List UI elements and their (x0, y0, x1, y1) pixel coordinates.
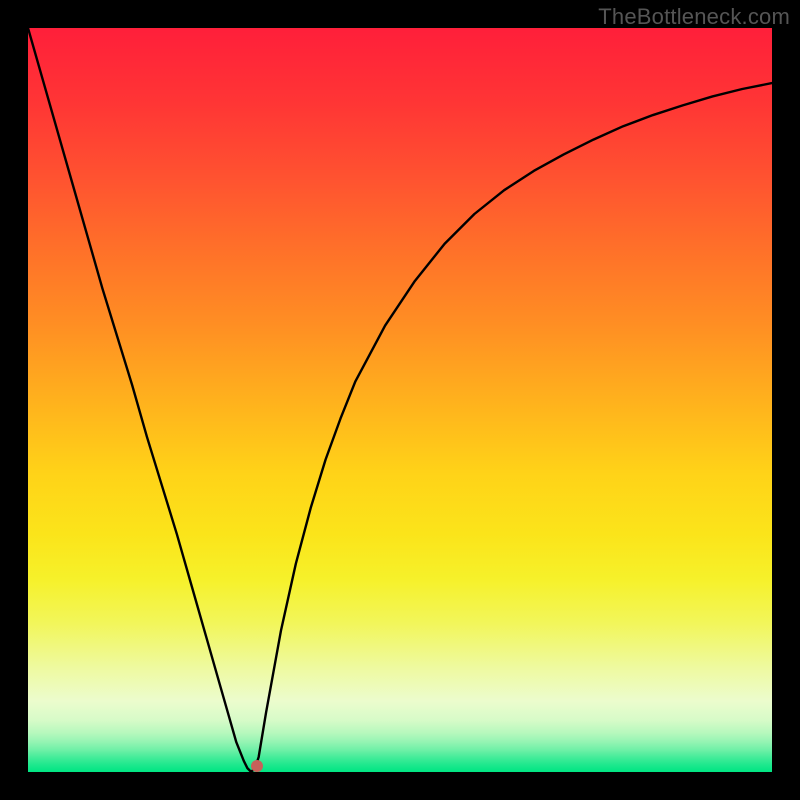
plot-area (28, 28, 772, 772)
optimal-point-marker (251, 760, 263, 772)
watermark-text: TheBottleneck.com (598, 4, 790, 30)
bottleneck-curve (28, 28, 772, 772)
chart-frame: TheBottleneck.com (0, 0, 800, 800)
